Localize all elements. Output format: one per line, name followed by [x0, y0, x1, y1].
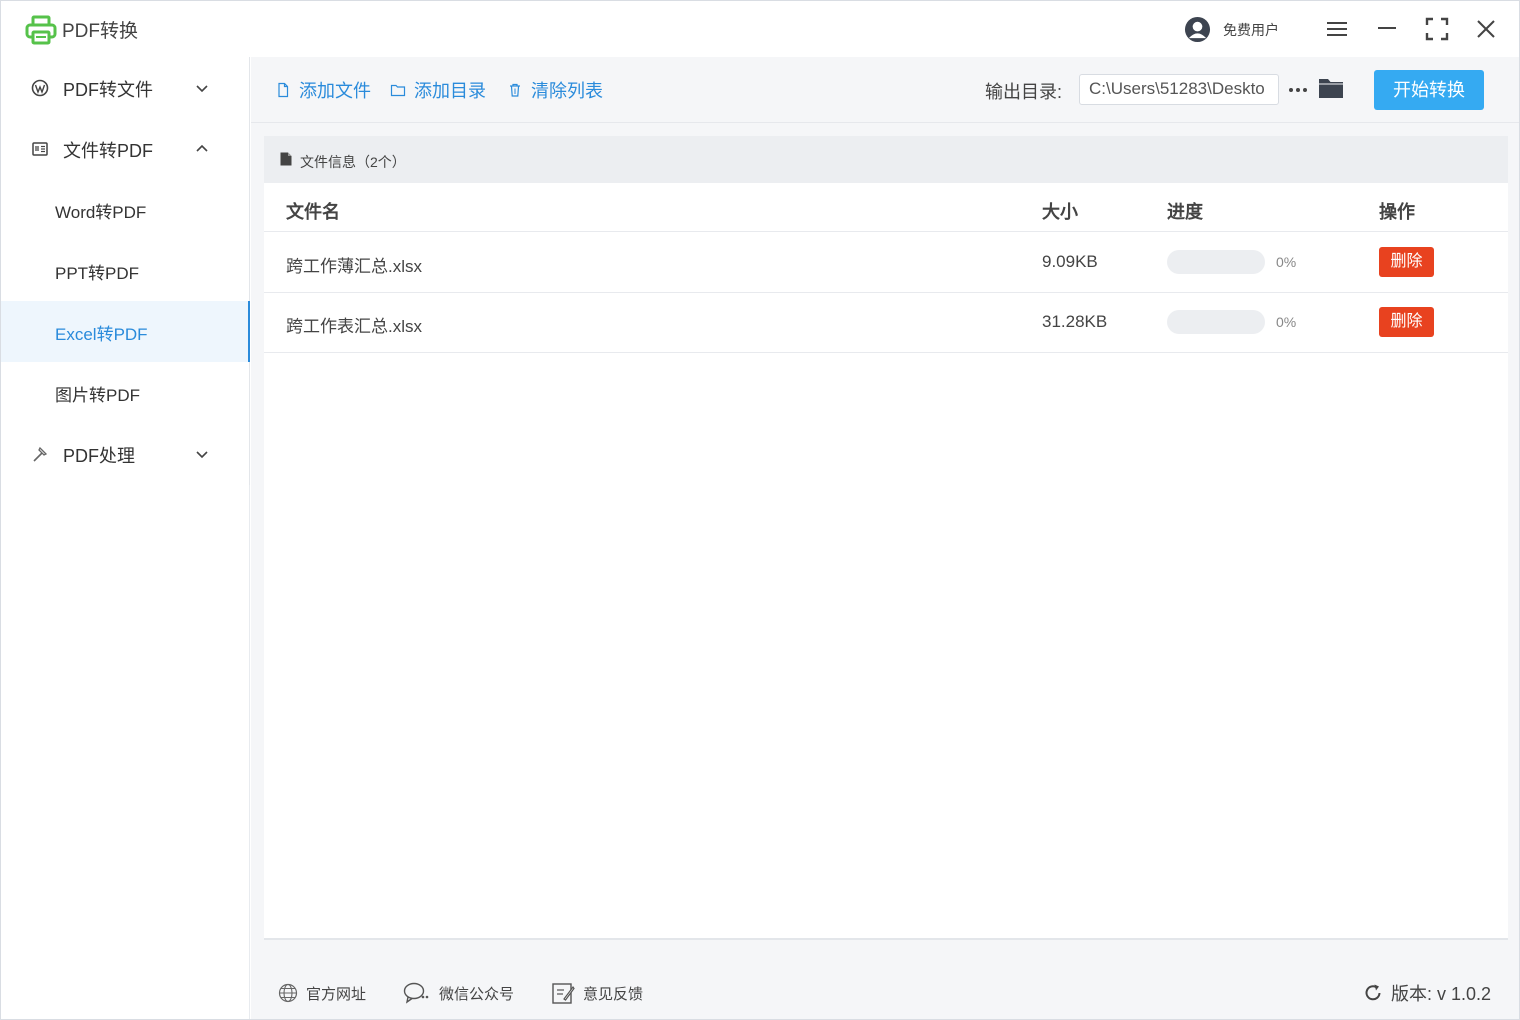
progress-percent: 0%: [1276, 254, 1297, 270]
output-dir-label: 输出目录:: [985, 82, 1063, 102]
sidebar-item-label: Excel转PDF: [55, 325, 148, 344]
user-avatar-icon[interactable]: [1184, 16, 1211, 43]
output-dir-field[interactable]: C:\Users\51283\Deskto: [1079, 74, 1279, 105]
version-label: 版本: v 1.0.2: [1391, 984, 1492, 1004]
official-website-label: 官方网址: [306, 985, 367, 1003]
document-icon: [280, 152, 292, 166]
feedback-link[interactable]: 意见反馈: [551, 981, 643, 1005]
panel-title: 文件信息（2个）: [300, 154, 406, 170]
add-file-button[interactable]: 添加文件: [275, 77, 371, 103]
document-list-icon: [32, 142, 48, 156]
column-header-action: 操作: [1379, 202, 1415, 222]
sidebar-group-pdf-to-file[interactable]: PDF转文件: [1, 57, 249, 118]
add-directory-button[interactable]: 添加目录: [390, 77, 486, 103]
sidebar-item-label: PPT转PDF: [55, 264, 140, 283]
user-label[interactable]: 免费用户: [1223, 20, 1279, 40]
sidebar-group-label: 文件转PDF: [63, 141, 153, 161]
delete-button[interactable]: 删除: [1379, 307, 1434, 337]
clear-list-label: 清除列表: [531, 81, 603, 101]
sidebar-item-image-to-pdf[interactable]: 图片转PDF: [1, 362, 250, 423]
progress-bar: [1167, 250, 1265, 274]
more-options-icon[interactable]: [1287, 75, 1309, 105]
file-size: 9.09KB: [1042, 252, 1098, 271]
sidebar-item-label: 图片转PDF: [55, 386, 140, 405]
chevron-up-icon: [196, 144, 208, 152]
file-list-panel: 文件信息（2个） 文件名 大小 进度 操作 跨工作薄汇总.xlsx 9.09KB…: [264, 136, 1508, 940]
feedback-edit-icon: [552, 983, 575, 1004]
version-info: 版本: v 1.0.2: [1363, 980, 1491, 1006]
add-directory-label: 添加目录: [414, 81, 486, 101]
panel-header: 文件信息（2个）: [264, 136, 1508, 183]
wordpress-icon: [31, 79, 49, 97]
toolbar: 添加文件 添加目录 清除列表 输出目录: C:\Users\51283\Desk…: [251, 57, 1519, 123]
table-row: 跨工作表汇总.xlsx 31.28KB 0% 删除: [264, 292, 1508, 352]
start-convert-button[interactable]: 开始转换: [1374, 70, 1484, 110]
progress-percent: 0%: [1276, 314, 1297, 330]
trash-icon: [510, 83, 520, 97]
title-bar: PDF转换 免费用户: [1, 1, 1519, 57]
printer-logo-icon: [25, 15, 57, 45]
table-row: 跨工作薄汇总.xlsx 9.09KB 0% 删除: [264, 232, 1508, 292]
menu-icon[interactable]: [1323, 15, 1351, 43]
sidebar-group-label: PDF处理: [63, 446, 135, 466]
delete-button[interactable]: 删除: [1379, 247, 1434, 277]
column-header-name: 文件名: [286, 202, 340, 222]
app-window: PDF转换 免费用户 PDF转文件 文件转PDF Word转PDF PPT转PD…: [0, 0, 1520, 1020]
clear-list-button[interactable]: 清除列表: [507, 77, 603, 103]
sidebar: PDF转文件 文件转PDF Word转PDF PPT转PDF Excel转PDF…: [1, 57, 250, 485]
close-icon[interactable]: [1472, 15, 1500, 43]
official-website-link[interactable]: 官方网址: [278, 981, 366, 1005]
file-size: 31.28KB: [1042, 312, 1108, 331]
sidebar-group-pdf-process[interactable]: PDF处理: [1, 423, 249, 484]
wechat-account-label: 微信公众号: [439, 985, 515, 1003]
sidebar-group-label: PDF转文件: [63, 80, 153, 100]
wechat-icon: [403, 982, 429, 1004]
progress-bar: [1167, 310, 1265, 334]
chevron-down-icon: [196, 451, 208, 459]
globe-icon: [278, 983, 298, 1003]
wechat-account-link[interactable]: 微信公众号: [403, 981, 514, 1005]
file-name: 跨工作表汇总.xlsx: [286, 317, 422, 336]
sidebar-group-file-to-pdf[interactable]: 文件转PDF: [1, 118, 249, 179]
row-divider: [264, 352, 1508, 353]
folder-icon[interactable]: [1317, 75, 1345, 101]
sidebar-item-word-to-pdf[interactable]: Word转PDF: [1, 179, 250, 240]
main-content: 添加文件 添加目录 清除列表 输出目录: C:\Users\51283\Desk…: [251, 57, 1519, 1019]
sidebar-item-label: Word转PDF: [55, 203, 147, 222]
refresh-icon[interactable]: [1363, 983, 1383, 1003]
add-file-label: 添加文件: [299, 81, 371, 101]
footer: 官方网址 微信公众号 意见反馈 版本: v 1.0.2: [251, 963, 1519, 1019]
file-name: 跨工作薄汇总.xlsx: [286, 257, 422, 276]
app-title: PDF转换: [62, 21, 139, 42]
file-icon: [278, 82, 289, 98]
column-header-size: 大小: [1042, 202, 1078, 222]
folder-outline-icon: [390, 84, 406, 97]
sidebar-empty-area: [1, 485, 250, 1019]
sidebar-item-excel-to-pdf[interactable]: Excel转PDF: [1, 301, 250, 362]
minimize-icon[interactable]: [1373, 15, 1401, 43]
feedback-label: 意见反馈: [583, 985, 644, 1003]
chevron-down-icon: [196, 85, 208, 93]
sidebar-item-ppt-to-pdf[interactable]: PPT转PDF: [1, 240, 250, 301]
column-header-progress: 进度: [1167, 202, 1203, 222]
hammer-icon: [33, 446, 48, 462]
maximize-icon[interactable]: [1423, 15, 1451, 43]
